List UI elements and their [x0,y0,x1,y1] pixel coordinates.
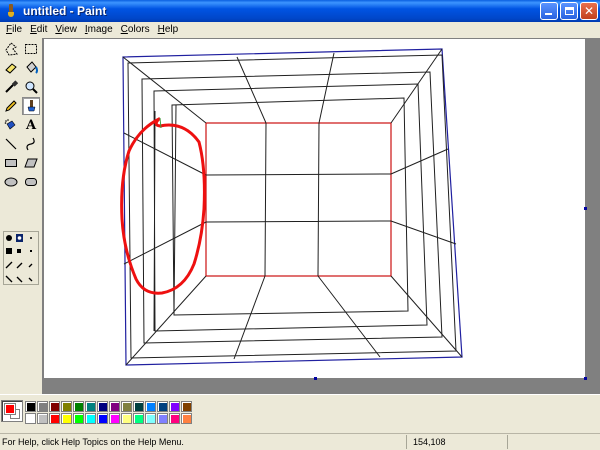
color-swatch[interactable] [145,413,156,424]
minimize-icon [545,13,552,15]
color-swatch[interactable] [25,401,36,412]
select-tool[interactable] [22,40,40,58]
color-swatch[interactable] [181,401,192,412]
fill-icon [26,61,38,74]
color-palette [0,394,600,432]
fill-tool[interactable] [22,59,40,77]
polygon-tool[interactable] [22,154,40,172]
color-swatch[interactable] [85,413,96,424]
color-swatch[interactable] [145,401,156,412]
brush-tool[interactable] [22,97,40,115]
color-swatch[interactable] [169,413,180,424]
pencil-icon [5,100,17,112]
color-swatch[interactable] [133,413,144,424]
maximize-button[interactable] [560,2,578,20]
airbrush-tool[interactable] [2,116,20,134]
ellipse-tool[interactable] [2,173,20,191]
paint-app-icon[interactable] [4,4,18,18]
color-swatch[interactable] [85,401,96,412]
color-swatches [25,401,192,424]
eraser-icon [5,63,17,74]
outer-frame [122,48,463,366]
airbrush-icon [4,119,16,130]
color-swatch[interactable] [61,413,72,424]
title-bar[interactable]: untitled - Paint ✕ [0,0,600,22]
magnifier-tool[interactable] [22,78,40,96]
pencil-tool[interactable] [2,97,20,115]
text-tool[interactable]: A [22,116,40,134]
resize-grip-bottom[interactable] [314,377,317,380]
menu-file[interactable]: File [2,22,26,37]
color-swatch[interactable] [97,413,108,424]
drawing-canvas[interactable] [44,39,587,380]
rectangle-icon [5,159,17,167]
menu-image[interactable]: Image [81,22,117,37]
rounded-rectangle-tool[interactable] [22,173,40,191]
line-icon [5,138,17,150]
color-swatch[interactable] [109,413,120,424]
color-swatch[interactable] [37,413,48,424]
status-help-text: For Help, click Help Topics on the Help … [2,437,184,447]
color-swatch[interactable] [133,401,144,412]
status-bar: For Help, click Help Topics on the Help … [0,433,600,450]
color-swatch[interactable] [157,401,168,412]
color-swatch[interactable] [109,401,120,412]
inner-rectangle [205,122,392,277]
color-swatch[interactable] [25,413,36,424]
current-colors[interactable] [1,400,23,422]
resize-grip-right[interactable] [584,207,587,210]
menu-edit[interactable]: Edit [26,22,51,37]
eraser-tool[interactable] [2,59,20,77]
cursor-coordinates: 154,108 [413,437,446,447]
curve-icon [26,137,35,151]
color-swatch[interactable] [121,401,132,412]
brush-shapes [5,234,33,283]
line-tool[interactable] [2,135,20,153]
select-icon [25,44,37,54]
window-title: untitled - Paint [23,4,107,18]
color-swatch[interactable] [157,413,168,424]
menu-bar: File Edit View Image Colors Help [0,22,600,37]
ellipse-icon [4,177,18,187]
toolbox: A [0,38,42,393]
foreground-color [4,403,16,415]
close-icon: ✕ [583,4,595,18]
color-swatch[interactable] [97,401,108,412]
red-freehand-loop [120,117,206,295]
minimize-button[interactable] [540,2,558,20]
free-form-select-icon [5,42,18,56]
pick-color-tool[interactable] [2,78,20,96]
color-swatch[interactable] [181,413,192,424]
free-form-select-tool[interactable] [2,40,20,58]
brush-shape-options[interactable] [3,231,39,285]
text-icon: A [25,117,37,133]
status-size-panel [508,435,600,449]
maximize-icon [564,7,574,15]
magnifier-icon [25,81,38,94]
polygon-icon [24,158,38,168]
resize-grip-corner[interactable] [584,377,587,380]
color-swatch[interactable] [49,401,60,412]
color-swatch[interactable] [37,401,48,412]
color-swatch[interactable] [121,413,132,424]
paint-window: untitled - Paint ✕ File Edit View Image … [0,0,600,450]
menu-help[interactable]: Help [154,22,183,37]
color-swatch[interactable] [49,413,60,424]
rounded-rectangle-icon [25,178,37,186]
pick-color-icon [5,80,18,93]
menu-view[interactable]: View [51,22,81,37]
menu-colors[interactable]: Colors [117,22,154,37]
color-swatch[interactable] [73,413,84,424]
color-swatch[interactable] [169,401,180,412]
color-swatch[interactable] [61,401,72,412]
drawing [120,48,463,366]
close-button[interactable]: ✕ [580,2,598,20]
curve-tool[interactable] [22,135,40,153]
brush-icon [27,100,36,112]
canvas-workspace[interactable] [42,38,600,394]
color-swatch[interactable] [73,401,84,412]
rectangle-tool[interactable] [2,154,20,172]
